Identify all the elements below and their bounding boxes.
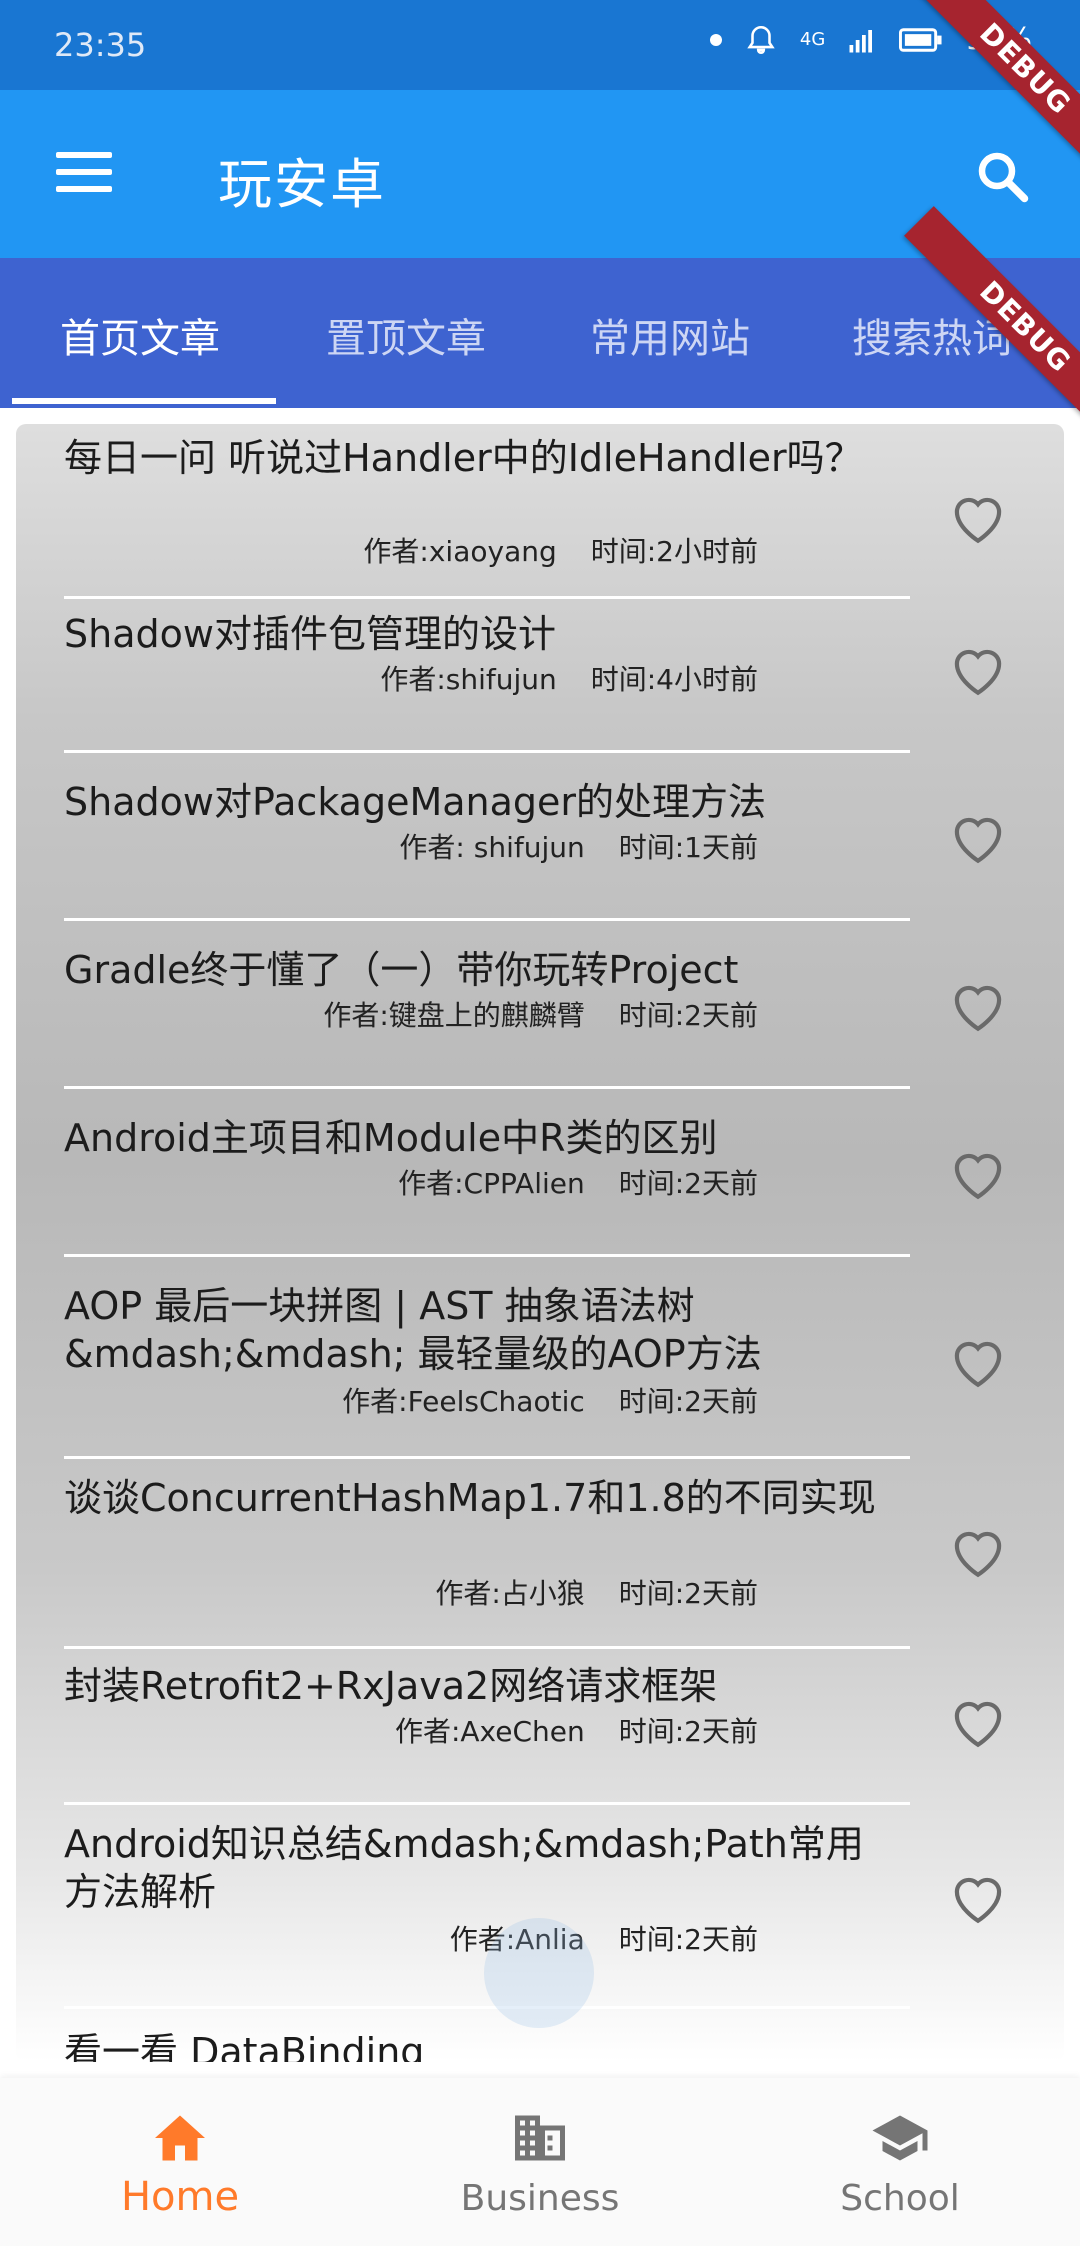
heart-icon[interactable] xyxy=(946,488,1010,546)
divider xyxy=(64,1802,910,1805)
tab-indicator xyxy=(12,398,276,404)
menu-icon[interactable] xyxy=(56,152,112,196)
heart-icon[interactable] xyxy=(946,1522,1010,1580)
notification-dot-icon xyxy=(709,33,722,46)
article-author: 作者: shifujun xyxy=(399,831,585,864)
article-title[interactable]: 每日一问 听说过Handler中的IdleHandler吗？ xyxy=(64,434,884,482)
article-meta: 作者:键盘上的麒麟臂 时间:2天前 xyxy=(323,994,758,1034)
nav-item-school[interactable]: School xyxy=(720,2078,1080,2246)
article-author: 作者:FeelsChaotic xyxy=(342,1385,585,1418)
nav-item-business[interactable]: Business xyxy=(360,2078,720,2246)
divider xyxy=(64,1254,910,1257)
status-time: 23:35 xyxy=(54,26,147,64)
article-author: 作者:shifujun xyxy=(380,663,557,696)
article-time: 时间:1天前 xyxy=(618,831,758,864)
floating-action-button[interactable] xyxy=(484,1918,594,2028)
signal-icon xyxy=(849,29,873,52)
article-title[interactable]: Android知识总结&mdash;&mdash;Path常用方法解析 xyxy=(64,1820,884,1916)
nav-label: Business xyxy=(460,2178,620,2219)
divider xyxy=(64,596,910,599)
article-time: 时间:2天前 xyxy=(618,1923,758,1956)
alarm-bell-icon xyxy=(747,25,775,54)
article-meta: 作者:FeelsChaotic 时间:2天前 xyxy=(342,1380,758,1420)
heart-icon[interactable] xyxy=(946,640,1010,698)
article-title[interactable]: 看一看 DataBinding xyxy=(64,2028,884,2062)
article-title[interactable]: 谈谈ConcurrentHashMap1.7和1.8的不同实现 xyxy=(64,1474,884,1522)
nav-label: Home xyxy=(120,2174,240,2220)
divider xyxy=(64,1646,910,1649)
heart-icon[interactable] xyxy=(946,1144,1010,1202)
article-author: 作者:AxeChen xyxy=(394,1715,585,1748)
article-time: 时间:4小时前 xyxy=(590,663,758,696)
tab-top-articles[interactable]: 置顶文章 xyxy=(326,306,486,364)
article-time: 时间:2天前 xyxy=(618,1385,758,1418)
article-meta: 作者:xiaoyang 时间:2小时前 xyxy=(363,530,758,570)
heart-icon[interactable] xyxy=(946,808,1010,866)
divider xyxy=(64,1086,910,1089)
article-title[interactable]: Android主项目和Module中R类的区别 xyxy=(64,1114,884,1162)
divider xyxy=(64,2006,910,2009)
article-title[interactable]: Gradle终于懂了（一）带你玩转Project xyxy=(64,946,884,994)
home-icon xyxy=(155,2115,205,2161)
article-title[interactable]: AOP 最后一块拼图 | AST 抽象语法树 &mdash;&mdash; 最轻… xyxy=(64,1282,884,1378)
nav-item-home[interactable]: Home xyxy=(0,2078,360,2246)
article-title[interactable]: Shadow对PackageManager的处理方法 xyxy=(64,778,884,826)
status-bar: 23:35 4G 96% xyxy=(0,0,1080,90)
article-time: 时间:2天前 xyxy=(618,1167,758,1200)
divider xyxy=(64,918,910,921)
bottom-nav: Home Business School xyxy=(0,2078,1080,2246)
article-time: 时间:2天前 xyxy=(618,1577,758,1610)
divider xyxy=(64,750,910,753)
battery-icon xyxy=(899,27,942,52)
network-label: 4G xyxy=(799,29,826,50)
article-meta: 作者: shifujun 时间:1天前 xyxy=(399,826,758,866)
article-list: 每日一问 听说过Handler中的IdleHandler吗？ 作者:xiaoya… xyxy=(16,424,1064,2062)
article-author: 作者:xiaoyang xyxy=(363,535,557,568)
search-icon[interactable] xyxy=(972,146,1032,206)
school-icon xyxy=(872,2115,928,2161)
heart-icon[interactable] xyxy=(946,1692,1010,1750)
article-title[interactable]: Shadow对插件包管理的设计 xyxy=(64,610,884,658)
nav-label: School xyxy=(840,2178,960,2219)
article-time: 时间:2天前 xyxy=(618,1715,758,1748)
article-meta: 作者:CPPAlien 时间:2天前 xyxy=(398,1162,758,1202)
divider xyxy=(64,1456,910,1459)
article-author: 作者:CPPAlien xyxy=(398,1167,585,1200)
tab-bar: 首页文章 置顶文章 常用网站 搜索热词 xyxy=(0,258,1080,408)
heart-icon[interactable] xyxy=(946,976,1010,1034)
heart-icon[interactable] xyxy=(946,1868,1010,1926)
article-time: 时间:2小时前 xyxy=(590,535,758,568)
heart-icon[interactable] xyxy=(946,1332,1010,1390)
article-author: 作者:占小狼 xyxy=(435,1577,585,1610)
page-title: 玩安卓 xyxy=(218,153,386,216)
article-author: 作者:键盘上的麒麟臂 xyxy=(323,999,585,1032)
article-meta: 作者:AxeChen 时间:2天前 xyxy=(395,1710,758,1750)
business-icon xyxy=(515,2115,565,2161)
article-meta: 作者:shifujun 时间:4小时前 xyxy=(380,658,758,698)
tab-home-articles[interactable]: 首页文章 xyxy=(60,306,220,364)
tab-common-sites[interactable]: 常用网站 xyxy=(590,306,750,364)
article-title[interactable]: 封装Retrofit2+RxJava2网络请求框架 xyxy=(64,1662,884,1710)
article-meta: 作者:占小狼 时间:2天前 xyxy=(435,1572,758,1612)
article-time: 时间:2天前 xyxy=(618,999,758,1032)
